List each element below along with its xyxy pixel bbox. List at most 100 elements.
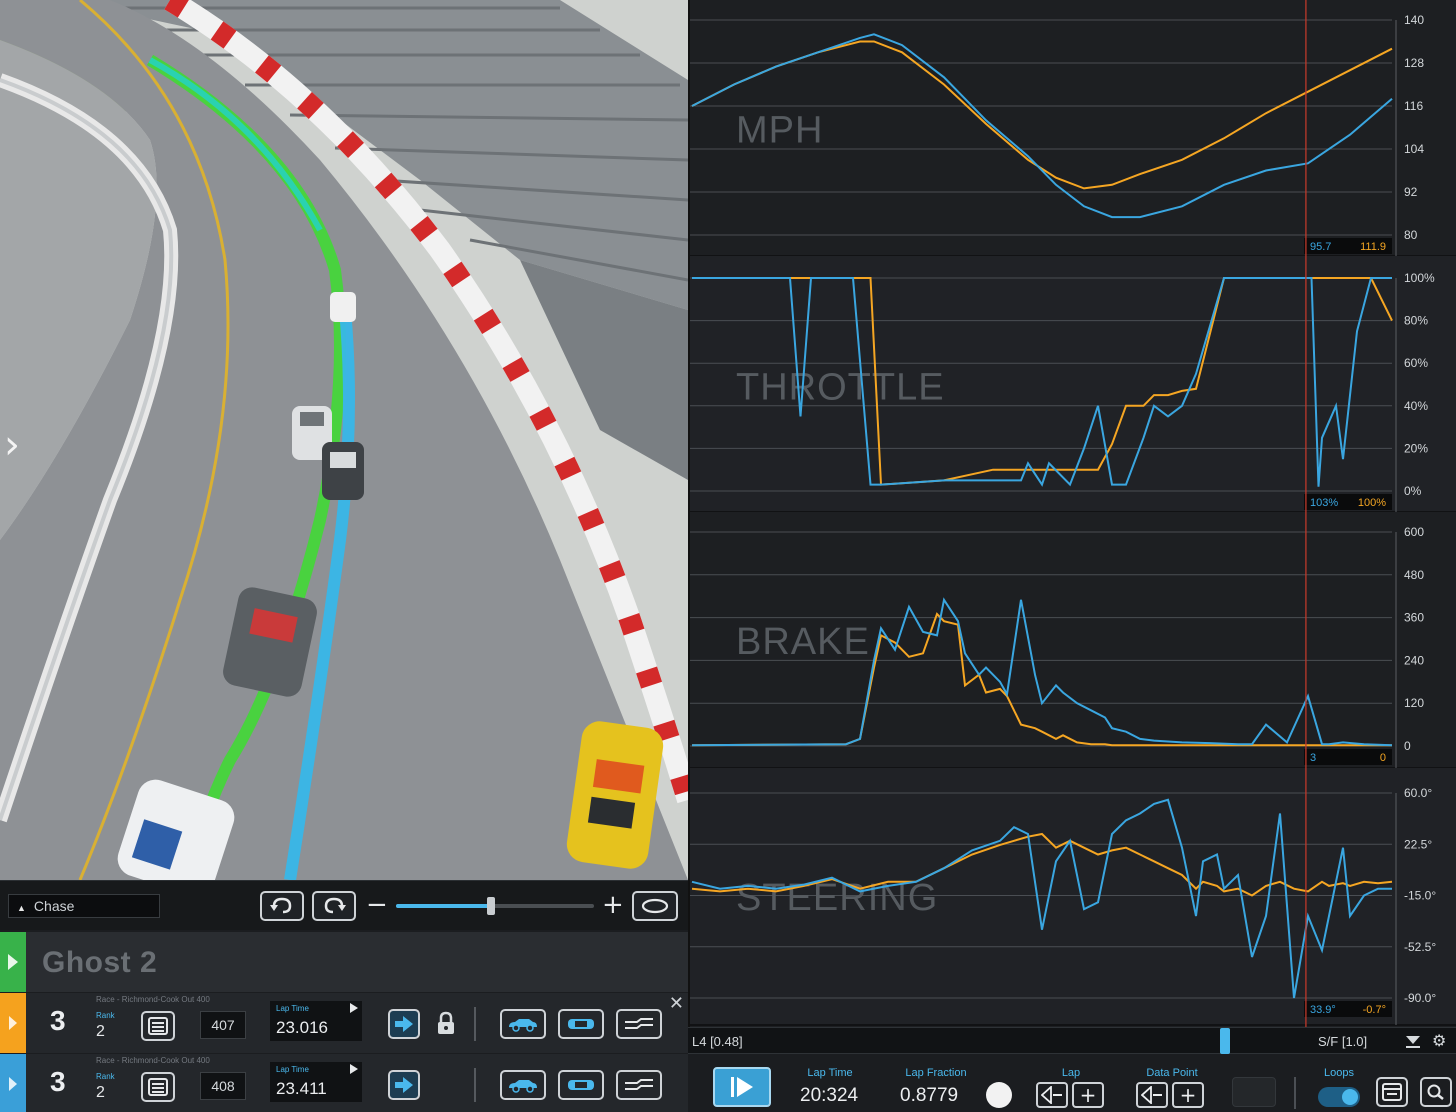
close-lap-icon[interactable]: ✕: [669, 993, 684, 1014]
loops-label: Loops: [1324, 1067, 1354, 1079]
lap-list-button[interactable]: [141, 1072, 175, 1102]
chart-tick-label: 360: [1404, 611, 1424, 625]
divider: [474, 1068, 476, 1102]
ghost-expand-tab[interactable]: [0, 932, 26, 992]
expand-panel-chevron-icon[interactable]: ›: [4, 425, 20, 465]
zoom-in-button[interactable]: +: [602, 891, 624, 919]
scrubber-marker[interactable]: [1220, 1028, 1231, 1054]
track-3d-view[interactable]: ›: [0, 0, 688, 880]
lap-id-field[interactable]: 408: [200, 1072, 246, 1100]
chart-tick-label: 92: [1404, 185, 1418, 199]
lap-row-tab[interactable]: [0, 993, 26, 1053]
scrubber-start-label: L4 [0.48]: [692, 1034, 743, 1049]
go-to-lap-button[interactable]: [388, 1070, 420, 1100]
lap-time-box[interactable]: Lap Time 23.016: [270, 1001, 362, 1041]
chart-tick-label: 40%: [1404, 399, 1428, 413]
lap-time-label: Lap Time: [276, 1065, 309, 1074]
arrow-right-icon: [395, 1077, 413, 1093]
lap-fraction-value: 0.8779: [900, 1085, 959, 1106]
lap-stepper[interactable]: +: [1036, 1082, 1104, 1108]
chart-readout-blue: 33.9°: [1310, 1004, 1336, 1016]
car-track-view-button[interactable]: [616, 1009, 662, 1039]
car-track-icon: [625, 1079, 653, 1090]
collapse-arrow-icon[interactable]: [1404, 1033, 1422, 1054]
lap-prev-button[interactable]: [1036, 1082, 1068, 1108]
loops-toggle[interactable]: [1318, 1087, 1360, 1107]
rank-label: Rank: [96, 1011, 115, 1020]
lap-time-label: Lap Time: [276, 1004, 309, 1013]
table-icon: [1382, 1083, 1402, 1101]
go-to-lap-button[interactable]: [388, 1009, 420, 1039]
track-scene: [0, 0, 688, 880]
session-name: Race - Richmond-Cook Out 400: [96, 1056, 210, 1065]
chart-readout-orange: -0.7°: [1363, 1004, 1386, 1016]
lap-next-button[interactable]: +: [1072, 1082, 1104, 1108]
car-top-view-button[interactable]: [558, 1070, 604, 1100]
disabled-button[interactable]: [1232, 1077, 1276, 1107]
car-track-icon: [625, 1018, 653, 1029]
ghost-group-header[interactable]: Ghost 2: [0, 932, 688, 992]
lap-scrubber[interactable]: L4 [0.48] S/F [1.0] ⚙: [688, 1027, 1456, 1054]
chart-title: MPH: [736, 110, 823, 152]
rank-value: 2: [96, 1023, 105, 1040]
zoom-slider-thumb[interactable]: [487, 897, 496, 915]
data-point-stepper[interactable]: +: [1136, 1082, 1204, 1108]
lap-time-label: Lap Time: [807, 1067, 853, 1079]
search-button[interactable]: [1420, 1077, 1452, 1107]
chart-tick-label: 20%: [1404, 441, 1428, 455]
rank-label: Rank: [96, 1072, 115, 1081]
chart-readout-blue: 103%: [1310, 497, 1338, 509]
session-name: Race - Richmond-Cook Out 400: [96, 995, 210, 1004]
chart-tick-label: 60.0°: [1404, 786, 1432, 800]
camera-mode-select[interactable]: ▲ Chase: [8, 894, 160, 918]
telemetry-chart-canvas[interactable]: 140 128 116 104 92 80 MPH 95.7 111.9 100% 80% 60% 40…: [690, 0, 1456, 1027]
camera-toolbar: ▲ Chase − +: [0, 880, 688, 930]
lock-icon[interactable]: [436, 1011, 456, 1040]
chart-tick-label: 60%: [1404, 356, 1428, 370]
lap-row[interactable]: Race - Richmond-Cook Out 400 3 Rank 2 40…: [0, 993, 688, 1053]
table-view-button[interactable]: [1376, 1077, 1408, 1107]
zoom-slider[interactable]: [396, 897, 594, 915]
car-side-view-button[interactable]: [500, 1009, 546, 1039]
chart-tick-label: 22.5°: [1404, 837, 1432, 851]
lap-fraction-label: Lap Fraction: [905, 1067, 967, 1079]
zoom-out-button[interactable]: −: [366, 891, 388, 919]
chart-tick-label: -52.5°: [1404, 940, 1436, 954]
data-point-next-button[interactable]: +: [1172, 1082, 1204, 1108]
chart-tick-label: -15.0°: [1404, 889, 1436, 903]
lap-time-box[interactable]: Lap Time 23.411: [270, 1062, 362, 1102]
search-icon: [1427, 1084, 1444, 1100]
play-button[interactable]: [713, 1067, 771, 1107]
chart-readout-orange: 0: [1380, 752, 1386, 764]
play-lap-icon[interactable]: [350, 1003, 358, 1013]
lap-list-button[interactable]: [141, 1011, 175, 1041]
record-toggle[interactable]: [986, 1082, 1012, 1108]
lap-id-field[interactable]: 407: [200, 1011, 246, 1039]
chart-tick-label: 116: [1404, 99, 1423, 113]
car-top-view-button[interactable]: [558, 1009, 604, 1039]
rotate-left-button[interactable]: [260, 891, 304, 921]
lap-row-tab[interactable]: [0, 1054, 26, 1112]
telemetry-charts[interactable]: 140 128 116 104 92 80 MPH 95.7 111.9 100% 80% 60% 40…: [688, 0, 1456, 1027]
oval-view-icon: [641, 898, 669, 914]
car-side-view-button[interactable]: [500, 1070, 546, 1100]
car-track-view-button[interactable]: [616, 1070, 662, 1100]
rotate-right-icon: [324, 897, 346, 914]
chart-tick-label: 600: [1404, 525, 1424, 539]
chart-readout-blue: 95.7: [1310, 241, 1331, 253]
chart-tick-label: 0%: [1404, 484, 1422, 498]
chart-title: THROTTLE: [736, 366, 945, 408]
gear-icon[interactable]: ⚙: [1432, 1031, 1446, 1050]
play-lap-icon[interactable]: [350, 1064, 358, 1074]
arrow-left-icon: [1041, 1086, 1062, 1104]
list-icon: [148, 1017, 168, 1035]
view-shape-button[interactable]: [632, 891, 678, 921]
chart-readout-blue: 3: [1310, 752, 1316, 764]
rotate-right-button[interactable]: [312, 891, 356, 921]
chart-tick-label: 80%: [1404, 314, 1428, 328]
playback-bar: L4 [0.48] S/F [1.0] ⚙ Lap Time 20:324 La…: [688, 1027, 1456, 1112]
lap-row[interactable]: Race - Richmond-Cook Out 400 3 Rank 2 40…: [0, 1054, 688, 1112]
zoom-slider-fill: [396, 904, 492, 908]
data-point-prev-button[interactable]: [1136, 1082, 1168, 1108]
camera-mode-label: Chase: [33, 898, 75, 914]
